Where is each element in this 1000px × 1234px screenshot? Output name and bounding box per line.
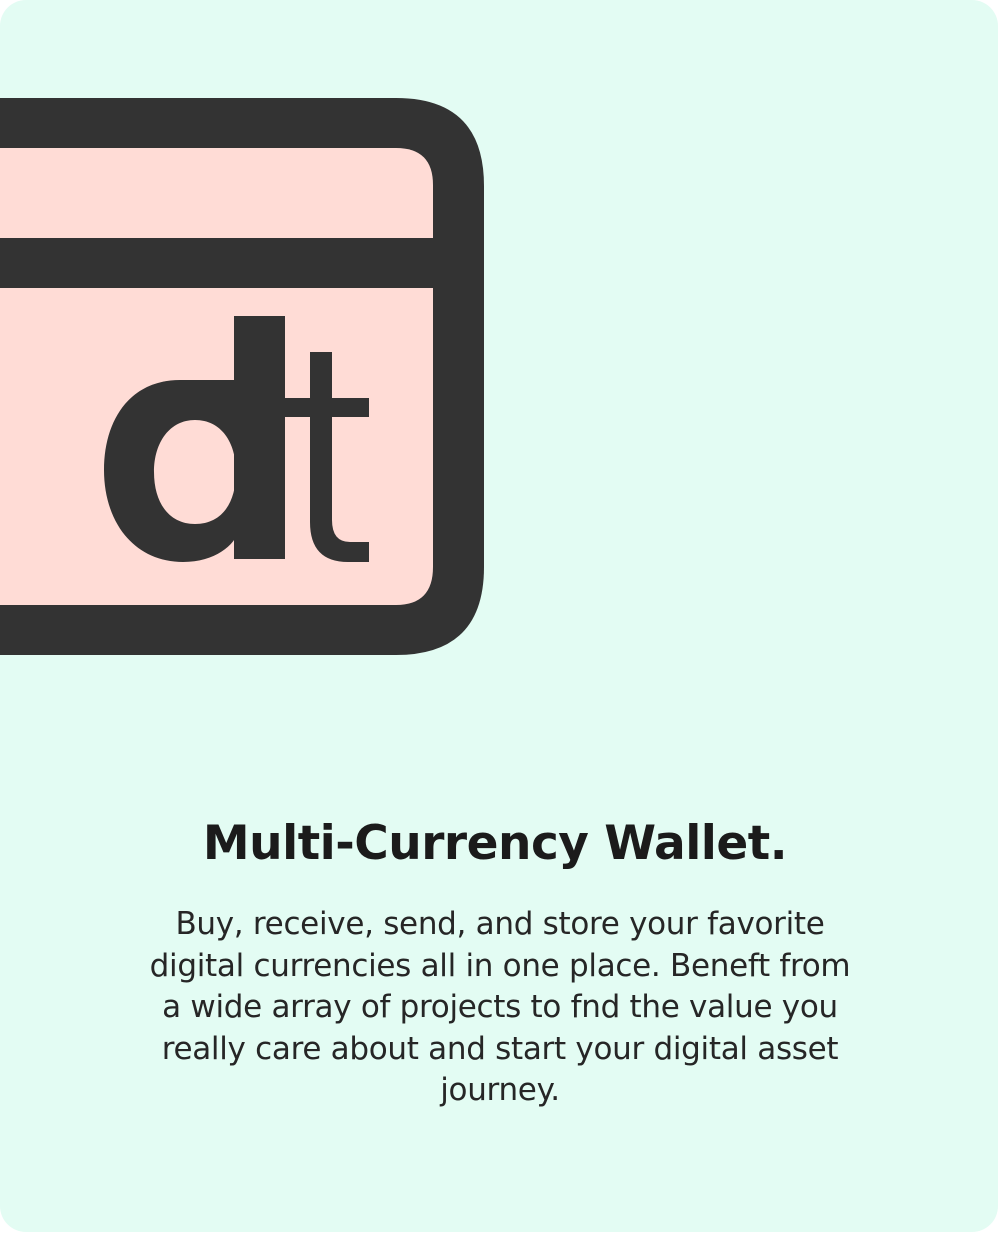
feature-title: Multi-Currency Wallet. — [202, 816, 788, 871]
feature-card: Multi-Currency Wallet. Buy, receive, sen… — [0, 0, 998, 1232]
feature-description: Buy, receive, send, and store your favor… — [149, 906, 851, 1108]
wallet-card-icon — [0, 98, 484, 655]
